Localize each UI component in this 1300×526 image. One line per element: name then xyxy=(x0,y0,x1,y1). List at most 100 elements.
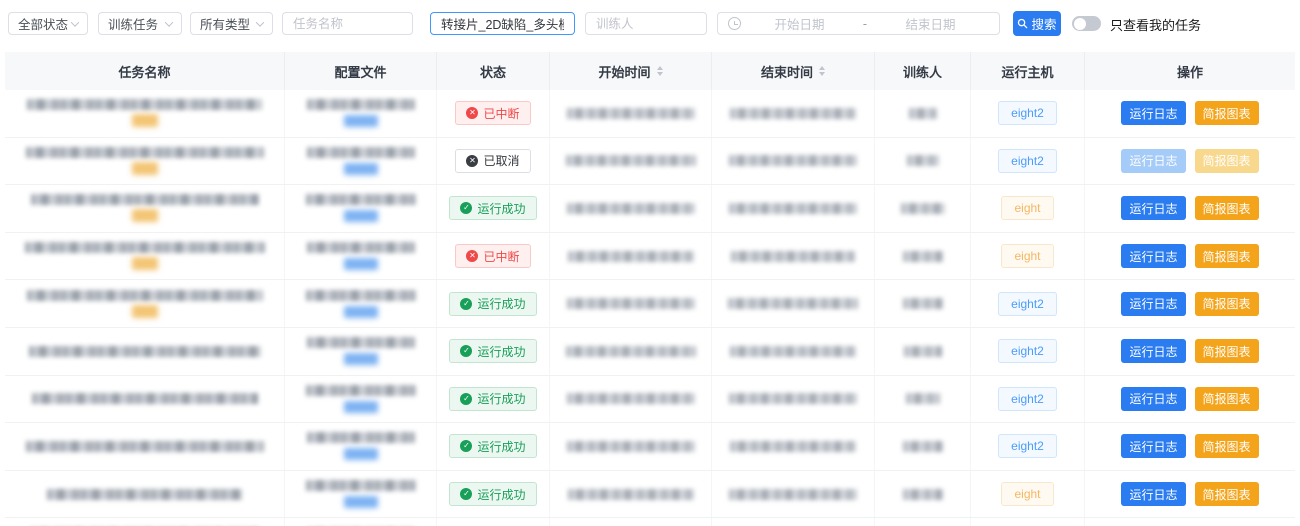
redacted-config-name xyxy=(306,194,416,205)
table-row: ✓ 运行成功 eight 运行日志 简报图表 xyxy=(5,471,1295,519)
config-file-link[interactable] xyxy=(344,448,378,460)
cell-status: ✓ 运行成功 xyxy=(437,471,550,518)
cell-task-name xyxy=(5,280,285,327)
config-file-link[interactable] xyxy=(344,115,378,127)
report-chart-button[interactable]: 简报图表 xyxy=(1195,244,1259,268)
cell-actions: 运行日志 简报图表 xyxy=(1085,233,1295,280)
redacted-trainer xyxy=(903,298,943,309)
run-log-button[interactable]: 运行日志 xyxy=(1121,244,1185,268)
config-file-link[interactable] xyxy=(344,258,378,270)
table-row: ✓ 运行成功 eight2 运行日志 简报图表 xyxy=(5,328,1295,376)
cell-config-file xyxy=(285,233,437,280)
config-file-link[interactable] xyxy=(344,496,378,508)
task-type-filter-select[interactable]: 训练任务 xyxy=(98,12,182,35)
redacted-task-tag xyxy=(132,305,158,318)
cell-end-time xyxy=(712,138,875,185)
cell-trainer xyxy=(875,376,971,423)
redacted-start-time xyxy=(566,346,696,357)
status-badge: ✓ 运行成功 xyxy=(449,434,536,458)
status-icon: ✓ xyxy=(460,202,472,214)
cell-host: eight2 xyxy=(971,280,1085,327)
sort-icon[interactable] xyxy=(819,66,825,76)
status-icon: ✕ xyxy=(466,250,478,262)
task-name-input[interactable] xyxy=(282,12,413,35)
config-file-link[interactable] xyxy=(344,306,378,318)
report-chart-button[interactable]: 简报图表 xyxy=(1195,339,1259,363)
clock-icon xyxy=(728,17,741,30)
report-chart-button[interactable]: 简报图表 xyxy=(1195,482,1259,506)
header-start-time[interactable]: 开始时间 xyxy=(550,52,712,90)
search-button-label: 搜索 xyxy=(1031,14,1056,33)
cell-trainer xyxy=(875,90,971,137)
chevron-down-icon xyxy=(256,18,264,26)
search-button[interactable]: 搜索 xyxy=(1013,11,1061,36)
report-chart-button[interactable]: 简报图表 xyxy=(1195,292,1259,316)
my-tasks-toggle[interactable] xyxy=(1072,16,1101,31)
config-file-link[interactable] xyxy=(344,163,378,175)
cell-task-name xyxy=(5,233,285,280)
header-actions: 操作 xyxy=(1085,52,1295,90)
redacted-end-time xyxy=(730,108,856,119)
host-tag: eight xyxy=(1001,244,1053,268)
cell-actions: 运行日志 简报图表 xyxy=(1085,376,1295,423)
cell-task-name xyxy=(5,138,285,185)
toggle-knob xyxy=(1074,18,1086,30)
redacted-task-name xyxy=(26,147,264,158)
status-badge: ✕ 已取消 xyxy=(455,149,530,173)
all-types-filter-select[interactable]: 所有类型 xyxy=(190,12,273,35)
run-log-button[interactable]: 运行日志 xyxy=(1121,149,1185,173)
cell-task-name xyxy=(5,471,285,518)
cell-host: eight2 xyxy=(971,376,1085,423)
cell-status: ✓ 运行成功 xyxy=(437,280,550,327)
status-icon: ✓ xyxy=(460,440,472,452)
config-file-link[interactable] xyxy=(344,210,378,222)
cell-host: eight xyxy=(971,233,1085,280)
report-chart-button[interactable]: 简报图表 xyxy=(1195,434,1259,458)
redacted-start-time xyxy=(567,108,695,119)
model-name-input[interactable] xyxy=(430,12,575,35)
run-log-button[interactable]: 运行日志 xyxy=(1121,387,1185,411)
redacted-end-time xyxy=(729,203,857,214)
run-log-button[interactable]: 运行日志 xyxy=(1121,339,1185,363)
cell-task-name xyxy=(5,376,285,423)
report-chart-button[interactable]: 简报图表 xyxy=(1195,387,1259,411)
cell-config-file xyxy=(285,471,437,518)
status-filter-value: 全部状态 xyxy=(18,14,68,33)
cell-start-time xyxy=(550,280,712,327)
run-log-button[interactable]: 运行日志 xyxy=(1121,292,1185,316)
header-end-time[interactable]: 结束时间 xyxy=(712,52,875,90)
status-icon: ✕ xyxy=(466,155,478,167)
redacted-start-time xyxy=(567,203,695,214)
host-tag: eight xyxy=(1001,196,1053,220)
cell-trainer xyxy=(875,233,971,280)
run-log-button[interactable]: 运行日志 xyxy=(1121,101,1185,125)
cell-config-file xyxy=(285,328,437,375)
report-chart-button[interactable]: 简报图表 xyxy=(1195,196,1259,220)
start-date-placeholder: 开始日期 xyxy=(741,14,858,33)
date-separator: - xyxy=(858,17,872,31)
cell-actions: 运行日志 简报图表 xyxy=(1085,90,1295,137)
status-badge: ✕ 已中断 xyxy=(455,244,530,268)
run-log-button[interactable]: 运行日志 xyxy=(1121,434,1185,458)
cell-trainer xyxy=(875,185,971,232)
tasks-table: 任务名称 配置文件 状态 开始时间 结束时间 训练人 运行主机 操作 ✕ 已中断 xyxy=(5,52,1295,526)
cell-start-time xyxy=(550,328,712,375)
chevron-down-icon xyxy=(165,18,173,26)
report-chart-button[interactable]: 简报图表 xyxy=(1195,101,1259,125)
table-row: ✕ 已中断 eight 运行日志 简报图表 xyxy=(5,233,1295,281)
header-task-name: 任务名称 xyxy=(5,52,285,90)
sort-icon[interactable] xyxy=(657,66,663,76)
status-filter-select[interactable]: 全部状态 xyxy=(8,12,88,35)
config-file-link[interactable] xyxy=(344,401,378,413)
run-log-button[interactable]: 运行日志 xyxy=(1121,196,1185,220)
run-log-button[interactable]: 运行日志 xyxy=(1121,482,1185,506)
config-file-link[interactable] xyxy=(344,353,378,365)
redacted-task-name xyxy=(47,489,242,500)
trainer-input[interactable] xyxy=(585,12,707,35)
cell-host: eight xyxy=(971,471,1085,518)
redacted-trainer xyxy=(901,203,945,214)
cell-actions: 运行日志 简报图表 xyxy=(1085,471,1295,518)
report-chart-button[interactable]: 简报图表 xyxy=(1195,149,1259,173)
date-range-picker[interactable]: 开始日期 - 结束日期 xyxy=(717,12,1000,35)
status-icon: ✓ xyxy=(460,393,472,405)
